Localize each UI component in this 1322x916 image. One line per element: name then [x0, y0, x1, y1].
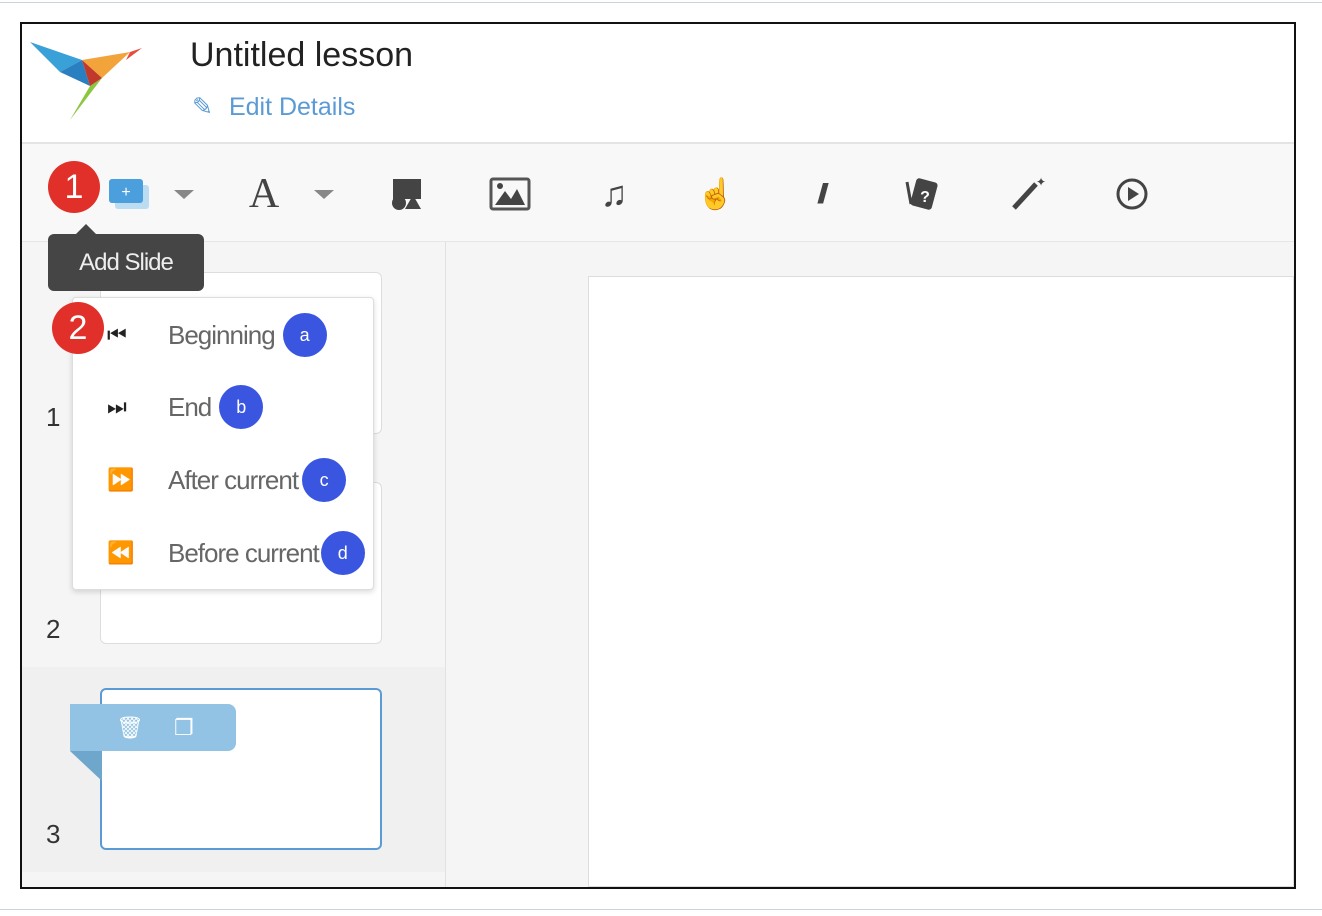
annotation-badge: c	[302, 458, 347, 502]
trash-icon[interactable]: 🗑	[116, 715, 144, 741]
toolbar: + A ♫ ☝ /// ? ✦	[22, 144, 1294, 242]
add-slide-dropdown[interactable]	[172, 174, 196, 214]
rewind-icon: ⏪	[107, 540, 134, 565]
flashcards-icon[interactable]: ?	[902, 174, 942, 214]
menu-item-label: Before current	[168, 537, 320, 568]
duplicate-icon[interactable]: ❐	[174, 715, 194, 741]
play-icon[interactable]	[1112, 174, 1152, 214]
text-dropdown[interactable]	[312, 174, 336, 214]
add-slide-icon: +	[109, 179, 149, 209]
menu-item-label: Beginning	[168, 319, 276, 350]
slide-number: 3	[46, 819, 61, 849]
interaction-icon[interactable]: ☝	[696, 174, 736, 214]
menu-item-label: After current	[168, 464, 299, 495]
annotation-badge: b	[219, 385, 264, 429]
svg-text:✦: ✦	[1036, 176, 1046, 189]
image-icon[interactable]	[488, 174, 532, 214]
annotation-badge: a	[282, 313, 327, 357]
step-marker-1: 1	[48, 161, 100, 213]
lesson-title: Untitled lesson	[190, 36, 414, 74]
svg-text:+: +	[121, 184, 130, 201]
add-slide-tooltip: Add Slide	[48, 224, 204, 291]
menu-item-before-current[interactable]: ⏪ Before current d	[73, 528, 365, 578]
annotation-badge: d	[320, 531, 365, 575]
menu-item-beginning[interactable]: ⏮ Beginning a	[73, 310, 327, 360]
skip-to-end-icon: ⏭	[107, 394, 127, 419]
edit-icon: ✎	[192, 93, 213, 121]
slide-canvas[interactable]	[588, 276, 1294, 887]
slide-action-bar: 🗑 ❐	[70, 704, 236, 751]
caret-down-icon	[314, 189, 334, 199]
divider	[0, 2, 1322, 3]
divider	[0, 909, 1322, 910]
audio-icon[interactable]: ♫	[594, 173, 634, 214]
step-marker-2: 2	[52, 302, 104, 354]
drawing-icon[interactable]: ///	[800, 174, 840, 214]
add-slide-menu: ⏮ Beginning a ⏭ End b ⏩ After current c ⏪ Befor…	[72, 297, 374, 590]
svg-text:?: ?	[920, 189, 930, 206]
text-icon[interactable]: A	[244, 171, 284, 217]
slide-number: 2	[46, 614, 61, 644]
slide-number: 1	[46, 402, 61, 432]
magic-wand-icon[interactable]: ✦	[1008, 174, 1048, 214]
caret-down-icon	[174, 189, 194, 199]
edit-details-link[interactable]: ✎ Edit Details	[192, 92, 355, 122]
add-slide-button[interactable]: +	[106, 174, 152, 214]
edit-details-label: Edit Details	[228, 92, 356, 121]
menu-item-end[interactable]: ⏭ End b	[73, 382, 264, 432]
menu-item-after-current[interactable]: ⏩ After current c	[73, 455, 347, 505]
hummingbird-logo	[30, 42, 142, 120]
header: Untitled lesson ✎ Edit Details	[22, 24, 1294, 144]
menu-item-label: End	[168, 391, 212, 422]
fast-forward-icon: ⏩	[107, 467, 134, 492]
action-bar-fold	[70, 751, 102, 781]
app-window: Untitled lesson ✎ Edit Details + A ♫ ☝ /…	[20, 22, 1296, 889]
shapes-icon[interactable]	[386, 174, 426, 214]
